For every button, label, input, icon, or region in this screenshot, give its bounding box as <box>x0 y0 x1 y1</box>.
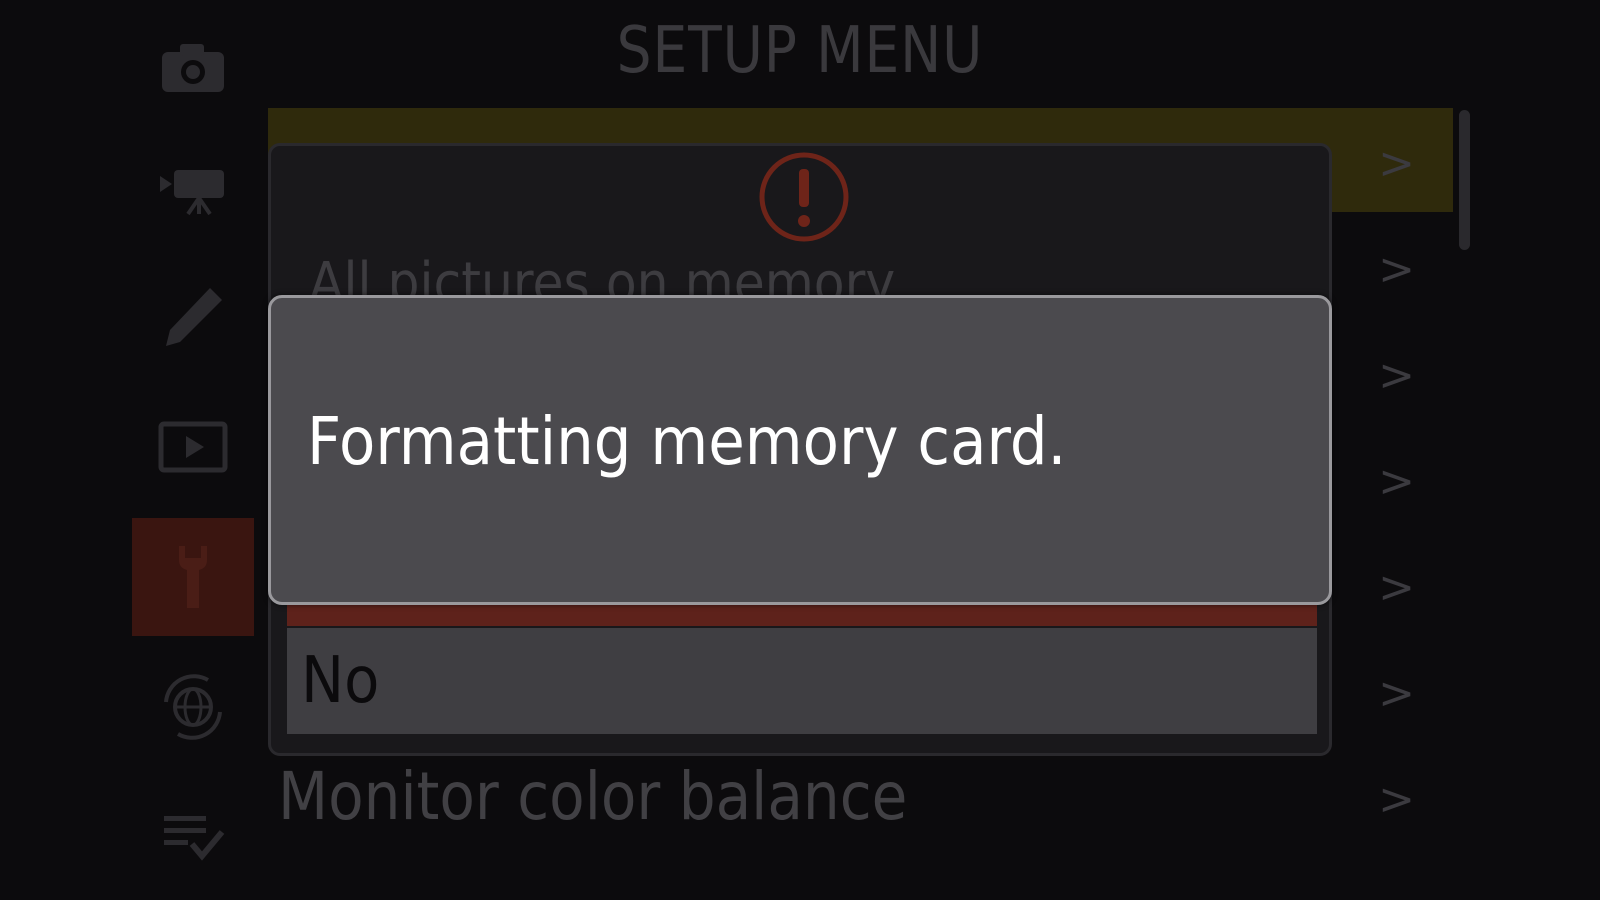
warning-icon <box>759 152 849 242</box>
movie-camera-icon <box>160 170 224 216</box>
chevron-right-icon: > <box>1378 774 1415 825</box>
chevron-right-icon: > <box>1378 244 1415 295</box>
menu-title: SETUP MENU <box>616 14 984 88</box>
chevron-right-icon: > <box>1378 350 1415 401</box>
camera-screen: SETUP MENU > > > > > > Monitor color bal… <box>0 0 1600 900</box>
tab-setup[interactable] <box>132 518 254 636</box>
menu-item-monitor-color-balance[interactable]: Monitor color balance > <box>268 744 1453 848</box>
tab-playback[interactable] <box>132 388 254 506</box>
camera-icon <box>162 44 224 92</box>
globe-network-icon <box>164 674 222 740</box>
chevron-right-icon: > <box>1378 562 1415 613</box>
tab-custom-settings[interactable] <box>132 258 254 376</box>
my-menu-icon <box>164 816 225 861</box>
formatting-progress-dialog: Formatting memory card. <box>268 295 1332 605</box>
tab-network[interactable] <box>132 648 254 766</box>
pencil-icon <box>166 288 222 346</box>
menu-sidebar <box>132 0 254 900</box>
progress-message: Formatting memory card. <box>307 403 1067 480</box>
chevron-right-icon: > <box>1378 456 1415 507</box>
menu-scrollbar[interactable] <box>1459 110 1470 250</box>
option-no[interactable]: No <box>287 628 1317 734</box>
wrench-icon <box>179 546 207 608</box>
tab-my-menu[interactable] <box>132 778 254 896</box>
playback-icon <box>158 421 228 473</box>
chevron-right-icon: > <box>1378 668 1415 719</box>
chevron-right-icon: > <box>1378 138 1415 189</box>
tab-movie-shooting[interactable] <box>132 128 254 246</box>
menu-item-label: Monitor color balance <box>278 758 908 835</box>
tab-photo-shooting[interactable] <box>132 8 254 126</box>
option-no-label: No <box>301 644 380 718</box>
